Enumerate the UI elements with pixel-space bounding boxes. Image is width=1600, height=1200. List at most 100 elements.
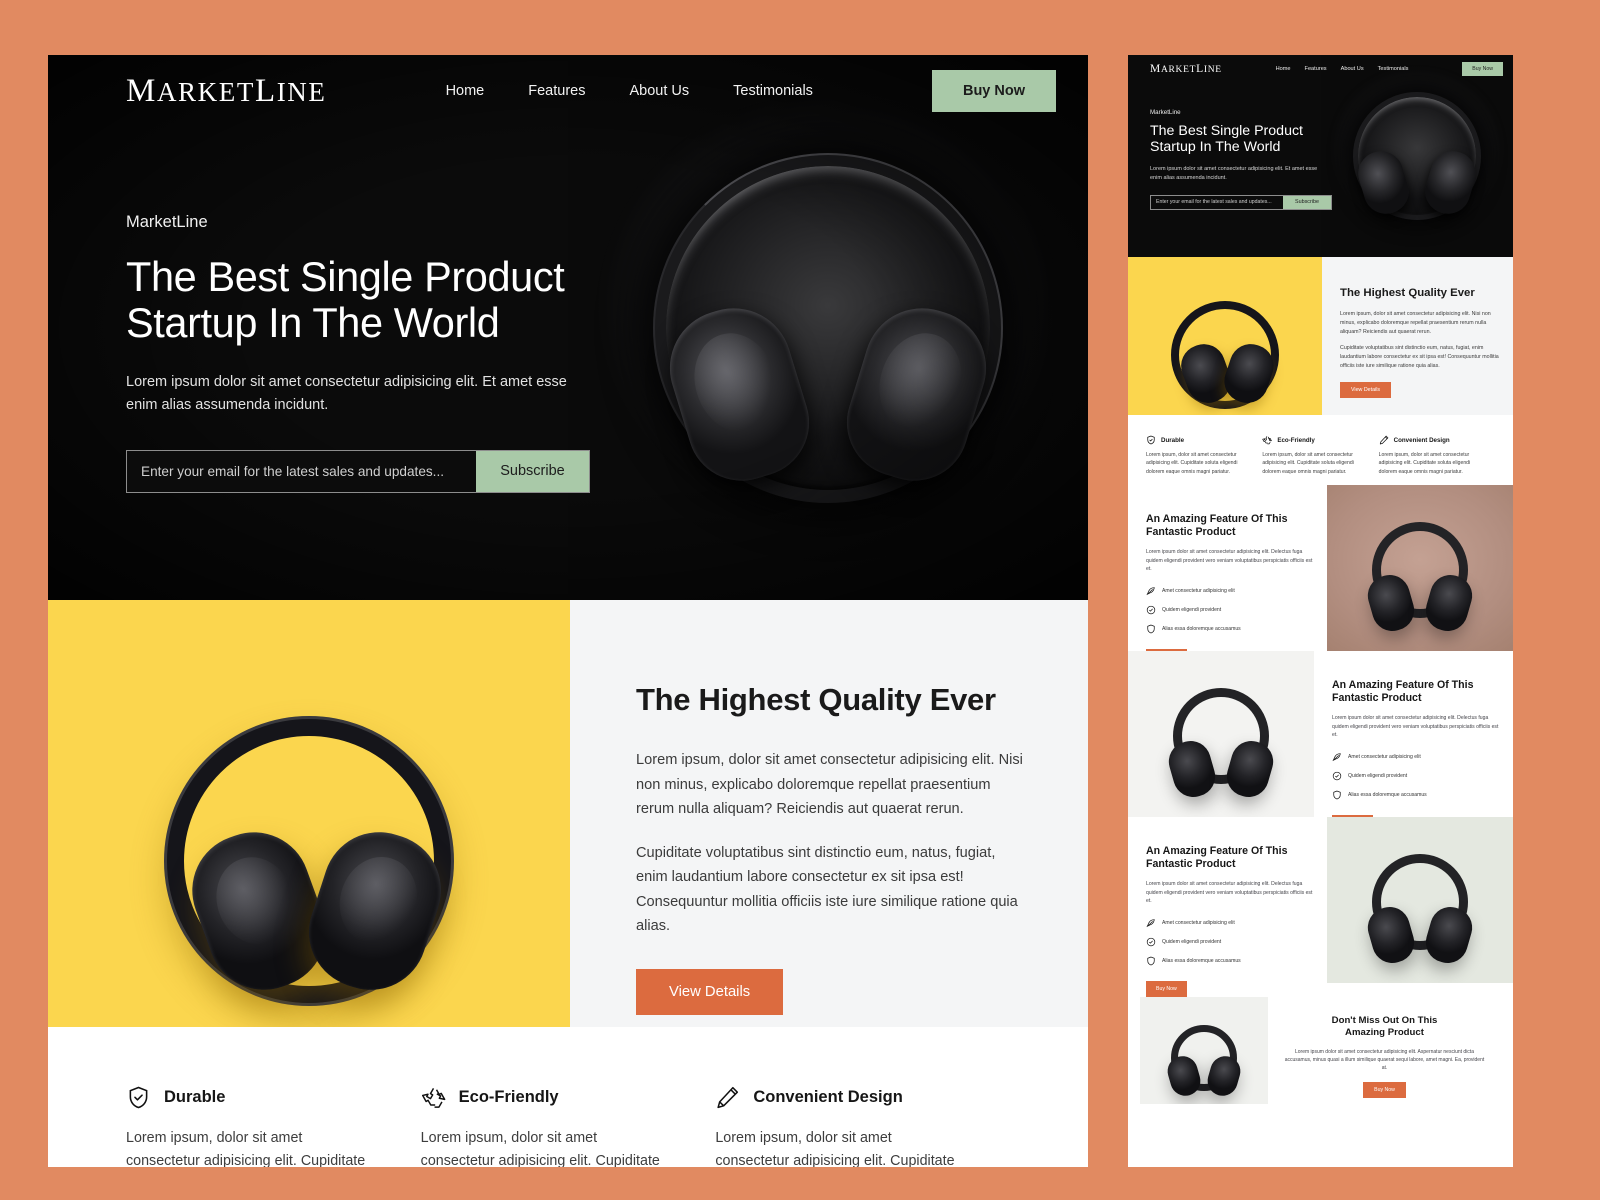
sm-feature-3-list-label-2: Quidem eligendi provident [1162, 938, 1222, 945]
nav-item-features[interactable]: Features [528, 83, 585, 99]
brand-rest-1: ARKET [156, 76, 255, 107]
sm-feature-column-eco-friendly: Eco-Friendly Lorem ipsum, dolor sit amet… [1262, 435, 1378, 485]
check-circle-icon [1146, 605, 1156, 614]
product-photo-sage [1327, 817, 1513, 983]
sm-feature-title-durable: Durable [1161, 436, 1185, 444]
pencil-icon [717, 1086, 739, 1109]
list-item: Quidem eligendi provident [1332, 771, 1501, 781]
quality-heading: The Highest Quality Ever [636, 682, 996, 717]
sm-feature-1-heading-line2: Fantastic Product [1146, 525, 1236, 538]
check-circle-icon [1332, 771, 1342, 780]
list-item: Alias essa doloremque accusamus [1332, 790, 1501, 800]
feature-text-durable: Lorem ipsum, dolor sit amet consectetur … [126, 1130, 366, 1167]
sm-hero-section: MARKETLINE Home Features About Us Testim… [1128, 55, 1513, 257]
sm-feature-3-heading-line1: An Amazing Feature Of This [1146, 845, 1288, 857]
shield-check-icon [129, 1086, 148, 1109]
shield-icon [1333, 790, 1341, 800]
shield-icon [1147, 624, 1155, 634]
sm-cta-copy: Don't Miss Out On This Amazing Product L… [1268, 997, 1501, 1104]
sm-feature-2-list: Amet consectetur adipisicing elit Quidem… [1332, 752, 1501, 800]
sm-hero-product-photo [1321, 55, 1513, 257]
shield-check-icon [1147, 435, 1155, 445]
sm-brand-rest-1: ARKET [1160, 65, 1197, 75]
subscribe-button[interactable]: Subscribe [476, 450, 589, 492]
sm-email-input[interactable] [1151, 195, 1283, 209]
sm-feature-2-list-label-3: Alias essa doloremque accusamus [1348, 791, 1427, 798]
quality-product-photo [48, 600, 570, 1027]
hero-copy: MarketLine The Best Single Product Start… [48, 127, 590, 493]
sm-view-details-button[interactable]: View Details [1340, 382, 1392, 398]
sm-top-navbar: MARKETLINE Home Features About Us Testim… [1128, 55, 1513, 83]
quality-paragraph-1: Lorem ipsum, dolor sit amet consectetur … [636, 752, 1023, 818]
sm-hero-heading-line1: The Best Single Product [1150, 123, 1303, 139]
sm-cta-heading-line1: Don't Miss Out On This [1331, 1015, 1438, 1026]
sm-feature-3-list-label-3: Alias essa doloremque accusamus [1162, 957, 1241, 964]
sm-nav-item-features[interactable]: Features [1305, 66, 1327, 72]
nav-item-about-us[interactable]: About Us [629, 83, 689, 99]
nav-item-testimonials[interactable]: Testimonials [733, 83, 813, 99]
feature-title-durable: Durable [164, 1088, 226, 1106]
sm-nav-item-testimonials[interactable]: Testimonials [1378, 66, 1409, 72]
sm-brand-logo[interactable]: MARKETLINE [1150, 63, 1222, 75]
hero-section: MARKETLINE Home Features About Us Testim… [48, 55, 1088, 600]
sm-hero-eyebrow: MarketLine [1150, 109, 1181, 116]
features-strip: Durable Lorem ipsum, dolor sit amet cons… [48, 1027, 1088, 1167]
hero-heading-line1: The Best Single Product [126, 253, 565, 300]
feature-heading-convenient-design: Convenient Design [715, 1085, 958, 1110]
sm-cta-image [1140, 997, 1268, 1104]
nav-item-home[interactable]: Home [446, 83, 485, 99]
sm-feature-3-paragraph: Lorem ipsum dolor sit amet consectetur a… [1146, 881, 1313, 905]
sm-feature-section-3: An Amazing Feature Of This Fantastic Pro… [1128, 817, 1513, 997]
email-input[interactable] [127, 450, 476, 492]
sm-feature-1-copy: An Amazing Feature Of This Fantastic Pro… [1128, 485, 1327, 665]
sm-feature-3-list-label-1: Amet consectetur adipisicing elit [1162, 919, 1235, 926]
product-photo-white [1128, 651, 1314, 817]
sm-main-nav: Home Features About Us Testimonials [1276, 66, 1409, 72]
sm-feature-1-list: Amet consectetur adipisicing elit Quidem… [1146, 586, 1315, 634]
sm-feature-1-list-label-2: Quidem eligendi provident [1162, 606, 1222, 613]
sm-subscribe-button[interactable]: Subscribe [1283, 195, 1331, 209]
list-item: Amet consectetur adipisicing elit [1146, 586, 1315, 596]
list-item: Alias essa doloremque accusamus [1146, 956, 1315, 966]
sm-feature-3-image [1327, 817, 1513, 983]
sm-quality-heading: The Highest Quality Ever [1340, 287, 1475, 299]
subscribe-form: Subscribe [126, 449, 590, 493]
product-photo-desk [1140, 997, 1268, 1104]
recycle-icon [421, 1087, 446, 1108]
sm-cta-buy-now-button[interactable]: Buy Now [1363, 1081, 1406, 1098]
buy-now-header-button[interactable]: Buy Now [931, 70, 1056, 112]
page-root: MARKETLINE Home Features About Us Testim… [0, 0, 1600, 1200]
brand-rest-2: INE [276, 76, 327, 107]
sm-feature-section-2: An Amazing Feature Of This Fantastic Pro… [1128, 651, 1513, 831]
quality-copy: The Highest Quality Ever Lorem ipsum, do… [570, 600, 1088, 1027]
sm-feature-2-list-label-1: Amet consectetur adipisicing elit [1348, 753, 1421, 760]
sm-nav-item-about-us[interactable]: About Us [1341, 66, 1364, 72]
feather-icon [1332, 753, 1341, 761]
feature-column-eco-friendly: Eco-Friendly Lorem ipsum, dolor sit amet… [421, 1085, 716, 1167]
sm-brand-cap-l: L [1196, 63, 1204, 75]
hero-eyebrow: MarketLine [126, 213, 208, 231]
sm-cta-heading-line2: Amazing Product [1345, 1026, 1424, 1038]
quality-paragraph-2: Cupiditate voluptatibus sint distinctio … [636, 844, 1018, 935]
sm-feature-2-image [1128, 651, 1314, 817]
quality-section: The Highest Quality Ever Lorem ipsum, do… [48, 600, 1088, 1027]
feature-title-eco-friendly: Eco-Friendly [458, 1088, 559, 1106]
sm-nav-item-home[interactable]: Home [1276, 66, 1291, 72]
sm-feature-3-heading-line2: Fantastic Product [1146, 857, 1236, 870]
sm-feature-text-durable: Lorem ipsum, dolor sit amet consectetur … [1146, 452, 1238, 475]
sm-buy-now-header-button[interactable]: Buy Now [1462, 62, 1503, 76]
desktop-preview-panel: MARKETLINE Home Features About Us Testim… [48, 55, 1088, 1167]
view-details-button[interactable]: View Details [636, 968, 784, 1015]
brand-logo[interactable]: MARKETLINE [126, 73, 327, 110]
brand-cap-l: L [254, 72, 277, 109]
sm-feature-2-paragraph: Lorem ipsum dolor sit amet consectetur a… [1332, 715, 1499, 739]
recycle-icon [1262, 436, 1273, 445]
check-circle-icon [1146, 937, 1156, 946]
feather-icon [1146, 587, 1155, 595]
sm-feature-1-heading: An Amazing Feature Of This Fantastic Pro… [1146, 513, 1315, 538]
sm-feature-heading-eco-friendly: Eco-Friendly [1262, 435, 1362, 445]
sm-feature-3-buy-now-button[interactable]: Buy Now [1146, 980, 1187, 997]
hero-paragraph: Lorem ipsum dolor sit amet consectetur a… [126, 373, 567, 414]
feature-column-durable: Durable Lorem ipsum, dolor sit amet cons… [126, 1085, 421, 1167]
sm-feature-1-heading-line1: An Amazing Feature Of This [1146, 513, 1288, 525]
